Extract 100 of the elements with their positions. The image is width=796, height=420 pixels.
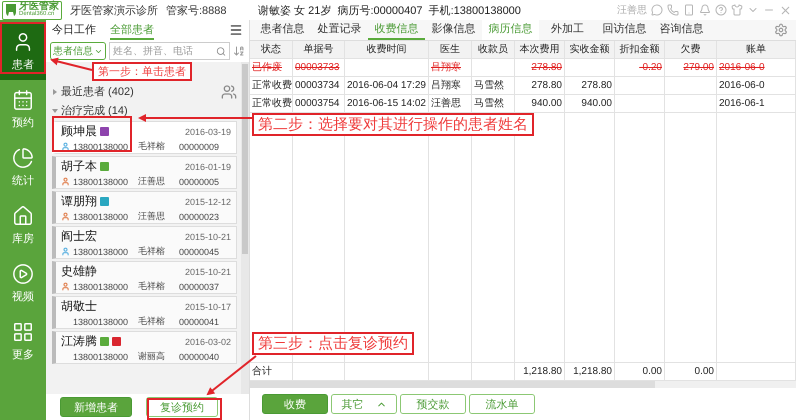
tab[interactable]: 处置记录 (311, 20, 368, 40)
record-number: 00000041 (179, 316, 220, 326)
table-cell: 278.80 (515, 59, 565, 76)
sort-icon[interactable] (233, 45, 245, 57)
table-cell: 2016-06-0 (717, 77, 796, 94)
arrow (50, 58, 92, 71)
visit-date: 2015-10-21 (184, 266, 231, 276)
tab[interactable]: 患者信息 (254, 20, 311, 40)
visit-date: 2016-03-02 (184, 336, 231, 346)
table-cell: 吕翔寒 (429, 59, 472, 76)
doctor-name: 汪善思 (138, 175, 166, 188)
patient-name: 谭朋翔 (61, 193, 97, 210)
patient-card[interactable]: 顾坤晨 2016-03-19 13800138000 毛祥榕 00000009 (52, 121, 237, 154)
total-cell: 合计 (250, 363, 293, 380)
column-header: 状态 (250, 41, 293, 58)
table-cell: 汪善思 (429, 95, 472, 112)
column-header: 收款员 (472, 41, 515, 58)
column-header: 账单 (717, 41, 796, 58)
column-header: 单据号 (293, 41, 345, 58)
patient-name: 胡敬士 (61, 298, 97, 315)
pie-chart-icon (12, 146, 34, 168)
phone-number: 13800138000 (73, 352, 130, 362)
person-icon (61, 247, 70, 256)
action-button[interactable]: 预交款 (400, 394, 466, 414)
menu-button[interactable]: 其它 (331, 394, 397, 414)
table-cell: 2016-06-15 14:02 (345, 95, 429, 112)
scrollbar-thumb[interactable] (242, 64, 248, 254)
search-icon (216, 46, 226, 56)
patient-info: 谢敏姿 女 21岁 病历号:00000407 手机:13800138000 (258, 4, 521, 18)
table-cell: 2016-06-04 17:29 (345, 77, 429, 94)
column-header: 折扣金额 (615, 41, 665, 58)
total-cell: 1,218.80 (515, 363, 565, 380)
grid-icon (12, 320, 34, 342)
table-cell: 00003733 (293, 59, 345, 76)
annotation: 第二步：选择要对其进行操作的患者姓名 (252, 113, 534, 136)
patient-card[interactable]: 史雄静 2015-10-21 13800138000 毛祥榕 00000037 (52, 261, 237, 294)
table-cell: 正常收费 (250, 77, 293, 94)
account-number: 管家号:8888 (166, 4, 227, 18)
settings-icon[interactable] (774, 23, 788, 37)
person-icon (61, 282, 70, 291)
patient-card[interactable]: 阎士宏 2015-10-21 13800138000 毛祥榕 00000045 (52, 226, 237, 259)
tab[interactable]: 病历信息 (482, 20, 539, 40)
shirt-icon[interactable] (731, 4, 743, 16)
user-name: 汪善思 (617, 4, 647, 17)
column-header: 本次费用 (515, 41, 565, 58)
patient-name: 胡子本 (61, 158, 97, 175)
bell-icon[interactable] (699, 4, 711, 16)
doctor-name: 毛祥榕 (138, 245, 166, 258)
visit-date: 2016-01-19 (184, 162, 231, 172)
phone-number: 13800138000 (73, 282, 130, 292)
total-cell: 0.00 (615, 363, 665, 380)
tab[interactable]: 外加工 (539, 20, 596, 40)
table-cell: 马雪然 (472, 95, 515, 112)
caret-icon (52, 108, 58, 114)
calendar-icon (12, 88, 34, 110)
visit-date: 2015-10-17 (184, 302, 231, 312)
table-cell: 940.00 (515, 95, 565, 112)
tab[interactable]: 回访信息 (596, 20, 653, 40)
total-cell: 1,218.80 (565, 363, 615, 380)
filter-dropdown[interactable]: 患者信息 (50, 42, 106, 60)
patient-name: 江涛腾 (61, 333, 97, 350)
scrollbar-thumb[interactable] (250, 381, 655, 388)
doctor-name: 毛祥榕 (138, 280, 166, 293)
total-cell: 0.00 (665, 363, 717, 380)
record-number: 00000040 (179, 352, 220, 362)
house-icon (12, 204, 34, 226)
tab[interactable]: 咨询信息 (653, 20, 710, 40)
table-cell: 940.00 (565, 95, 615, 112)
patient-name: 顾坤晨 (61, 123, 97, 140)
table-cell: 2016-06-1 (717, 95, 796, 112)
mobile-icon[interactable] (683, 4, 695, 16)
chat-icon[interactable] (651, 4, 663, 16)
tab[interactable]: 影像信息 (425, 20, 482, 40)
patient-card[interactable]: 胡敬士 2015-10-17 13800138000 毛祥榕 00000041 (52, 296, 237, 329)
table-cell: 2016-06-0 (717, 59, 796, 76)
close-icon[interactable] (779, 4, 792, 16)
group-header[interactable]: 治疗完成 (14) (52, 102, 237, 119)
list-tab[interactable]: 今日工作 (52, 20, 96, 40)
doctor-name: 汪善思 (138, 210, 166, 223)
doctor-name: 毛祥榕 (138, 140, 166, 153)
annotation: 第三步：点击复诊预约 (252, 332, 414, 355)
record-number: 00000037 (179, 282, 220, 292)
patient-card[interactable]: 江涛腾 2016-03-02 13800138000 谢丽高 00000040 (52, 331, 237, 364)
phone-number: 13800138000 (73, 176, 130, 186)
action-button[interactable]: 流水单 (469, 394, 535, 414)
menu-icon[interactable] (229, 23, 243, 37)
patient-name: 史雄静 (61, 263, 97, 280)
phone-number: 13800138000 (73, 142, 130, 152)
table-cell: 00003754 (293, 95, 345, 112)
patient-card[interactable]: 谭朋翔 2015-12-12 13800138000 汪善思 00000023 (52, 191, 237, 224)
record-number: 00000023 (179, 212, 220, 222)
phone-icon[interactable] (667, 4, 679, 16)
clinic-name: 牙医管家演示诊所 (70, 4, 158, 18)
visit-date: 2015-10-21 (184, 232, 231, 242)
caret-icon (52, 88, 58, 94)
help-icon[interactable] (715, 4, 727, 16)
person-icon (61, 177, 70, 186)
group-header[interactable]: 最近患者 (402) (52, 83, 237, 100)
visit-date: 2015-12-12 (184, 196, 231, 206)
patient-card[interactable]: 胡子本 2016-01-19 13800138000 汪善思 00000005 (52, 156, 237, 189)
